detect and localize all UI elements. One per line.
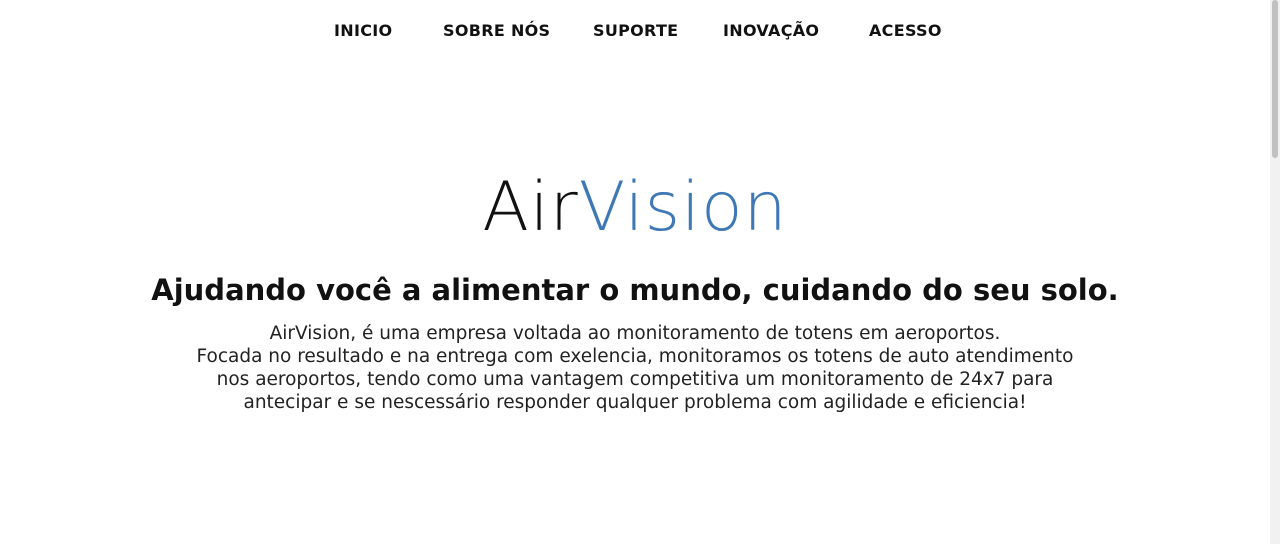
logo-text-air: Air [482, 168, 579, 247]
description-line: Focada no resultado e na entrega com exe… [196, 346, 1074, 367]
hero-section: AirVision Ajudando você a alimentar o mu… [0, 0, 1270, 544]
scrollbar-thumb[interactable] [1272, 0, 1278, 158]
brand-logo: AirVision [0, 168, 1270, 248]
description-line: AirVision, é uma empresa voltada ao moni… [269, 323, 1001, 344]
description-line: nos aeroportos, tendo como uma vantagem … [216, 369, 1054, 390]
hero-description: AirVision, é uma empresa voltada ao moni… [0, 322, 1270, 414]
page-scrollbar[interactable] [1270, 0, 1280, 544]
hero-tagline: Ajudando você a alimentar o mundo, cuida… [151, 273, 1119, 307]
description-line: antecipar e se nescessário responder qua… [243, 392, 1027, 413]
page: INICIO SOBRE NÓS SUPORTE INOVAÇÃO ACESSO… [0, 0, 1280, 544]
logo-text-vision: Vision [578, 168, 788, 247]
